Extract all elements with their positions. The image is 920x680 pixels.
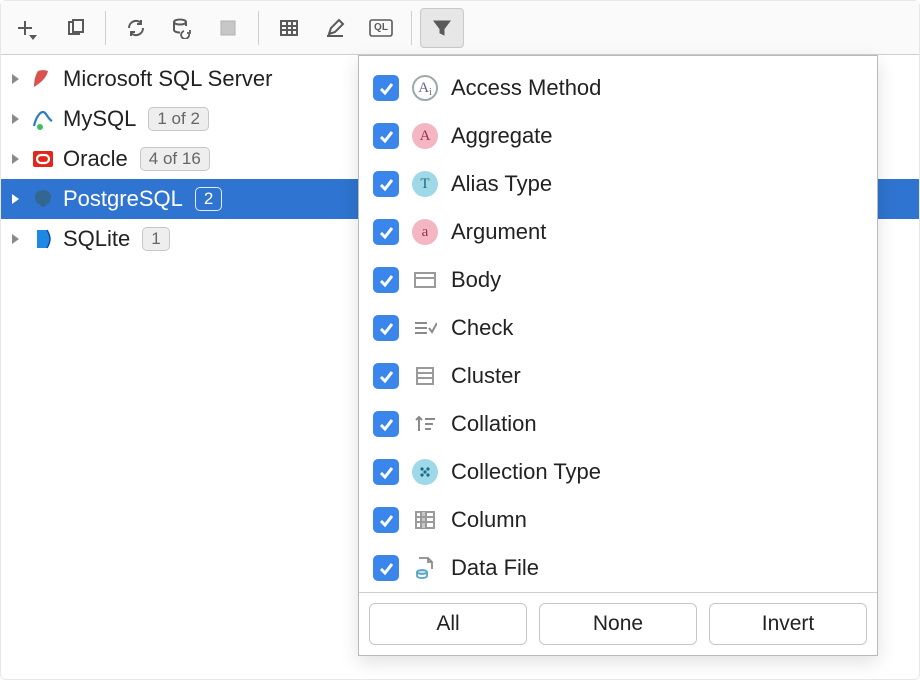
tree-item-label: PostgreSQL (63, 186, 183, 212)
filter-item-label: Cluster (451, 363, 521, 389)
edit-button[interactable] (313, 8, 357, 48)
checkbox-checked[interactable] (373, 507, 399, 533)
sqlite-icon (31, 227, 55, 251)
mysql-icon (31, 107, 55, 131)
filter-item-collection-type[interactable]: Collection Type (367, 448, 871, 496)
filter-item-label: Column (451, 507, 527, 533)
filter-item-check[interactable]: Check (367, 304, 871, 352)
all-button[interactable]: All (369, 603, 527, 645)
postgresql-icon (31, 187, 55, 211)
checkbox-checked[interactable] (373, 75, 399, 101)
database-tool-window: QL Microsoft SQL Server My (0, 0, 920, 680)
filter-item-data-file[interactable]: Data File (367, 544, 871, 592)
access-method-icon: Ai (411, 74, 439, 102)
filter-item-label: Data File (451, 555, 539, 581)
aggregate-icon: A (411, 122, 439, 150)
checkbox-checked[interactable] (373, 459, 399, 485)
checkbox-checked[interactable] (373, 315, 399, 341)
filter-button[interactable] (420, 8, 464, 48)
filter-item-label: Collation (451, 411, 537, 437)
toolbar-separator (105, 11, 106, 45)
stop-button[interactable] (206, 8, 250, 48)
filter-item-label: Access Method (451, 75, 601, 101)
checkbox-checked[interactable] (373, 123, 399, 149)
tree-item-label: MySQL (63, 106, 136, 132)
tree-item-label: Microsoft SQL Server (63, 66, 272, 92)
table-view-button[interactable] (267, 8, 311, 48)
checkbox-checked[interactable] (373, 267, 399, 293)
filter-item-label: Alias Type (451, 171, 552, 197)
chevron-right-icon (7, 153, 23, 165)
filter-list[interactable]: Ai Access Method A Aggregate T Alias Typ… (359, 56, 877, 592)
checkbox-checked[interactable] (373, 411, 399, 437)
checkbox-checked[interactable] (373, 555, 399, 581)
filter-item-label: Check (451, 315, 513, 341)
collection-type-icon (411, 458, 439, 486)
toolbar-separator (258, 11, 259, 45)
column-icon (411, 506, 439, 534)
invert-button[interactable]: Invert (709, 603, 867, 645)
mssql-icon (31, 67, 55, 91)
filter-item-argument[interactable]: a Argument (367, 208, 871, 256)
argument-icon: a (411, 218, 439, 246)
duplicate-button[interactable] (53, 8, 97, 48)
db-refresh-button[interactable] (160, 8, 204, 48)
count-badge: 2 (195, 187, 222, 211)
filter-footer: All None Invert (359, 592, 877, 655)
count-badge: 4 of 16 (140, 147, 210, 171)
cluster-icon (411, 362, 439, 390)
filter-item-label: Body (451, 267, 501, 293)
chevron-right-icon (7, 193, 23, 205)
ql-button[interactable]: QL (359, 8, 403, 48)
filter-item-label: Collection Type (451, 459, 601, 485)
toolbar: QL (1, 1, 919, 55)
data-file-icon (411, 554, 439, 582)
checkbox-checked[interactable] (373, 363, 399, 389)
filter-popup: Ai Access Method A Aggregate T Alias Typ… (358, 55, 878, 656)
add-button[interactable] (7, 8, 51, 48)
checkbox-checked[interactable] (373, 171, 399, 197)
alias-type-icon: T (411, 170, 439, 198)
body-icon (411, 266, 439, 294)
filter-item-label: Argument (451, 219, 546, 245)
collation-icon (411, 410, 439, 438)
tree-item-label: Oracle (63, 146, 128, 172)
filter-item-alias-type[interactable]: T Alias Type (367, 160, 871, 208)
toolbar-separator (411, 11, 412, 45)
filter-item-cluster[interactable]: Cluster (367, 352, 871, 400)
chevron-right-icon (7, 73, 23, 85)
refresh-button[interactable] (114, 8, 158, 48)
filter-item-column[interactable]: Column (367, 496, 871, 544)
filter-item-collation[interactable]: Collation (367, 400, 871, 448)
filter-item-label: Aggregate (451, 123, 553, 149)
filter-item-body[interactable]: Body (367, 256, 871, 304)
oracle-icon (31, 147, 55, 171)
none-button[interactable]: None (539, 603, 697, 645)
check-icon (411, 314, 439, 342)
filter-item-aggregate[interactable]: A Aggregate (367, 112, 871, 160)
count-badge: 1 of 2 (148, 107, 209, 131)
filter-item-access-method[interactable]: Ai Access Method (367, 64, 871, 112)
chevron-down-icon (29, 35, 37, 40)
count-badge: 1 (142, 227, 169, 251)
tree-item-label: SQLite (63, 226, 130, 252)
chevron-right-icon (7, 113, 23, 125)
chevron-right-icon (7, 233, 23, 245)
checkbox-checked[interactable] (373, 219, 399, 245)
